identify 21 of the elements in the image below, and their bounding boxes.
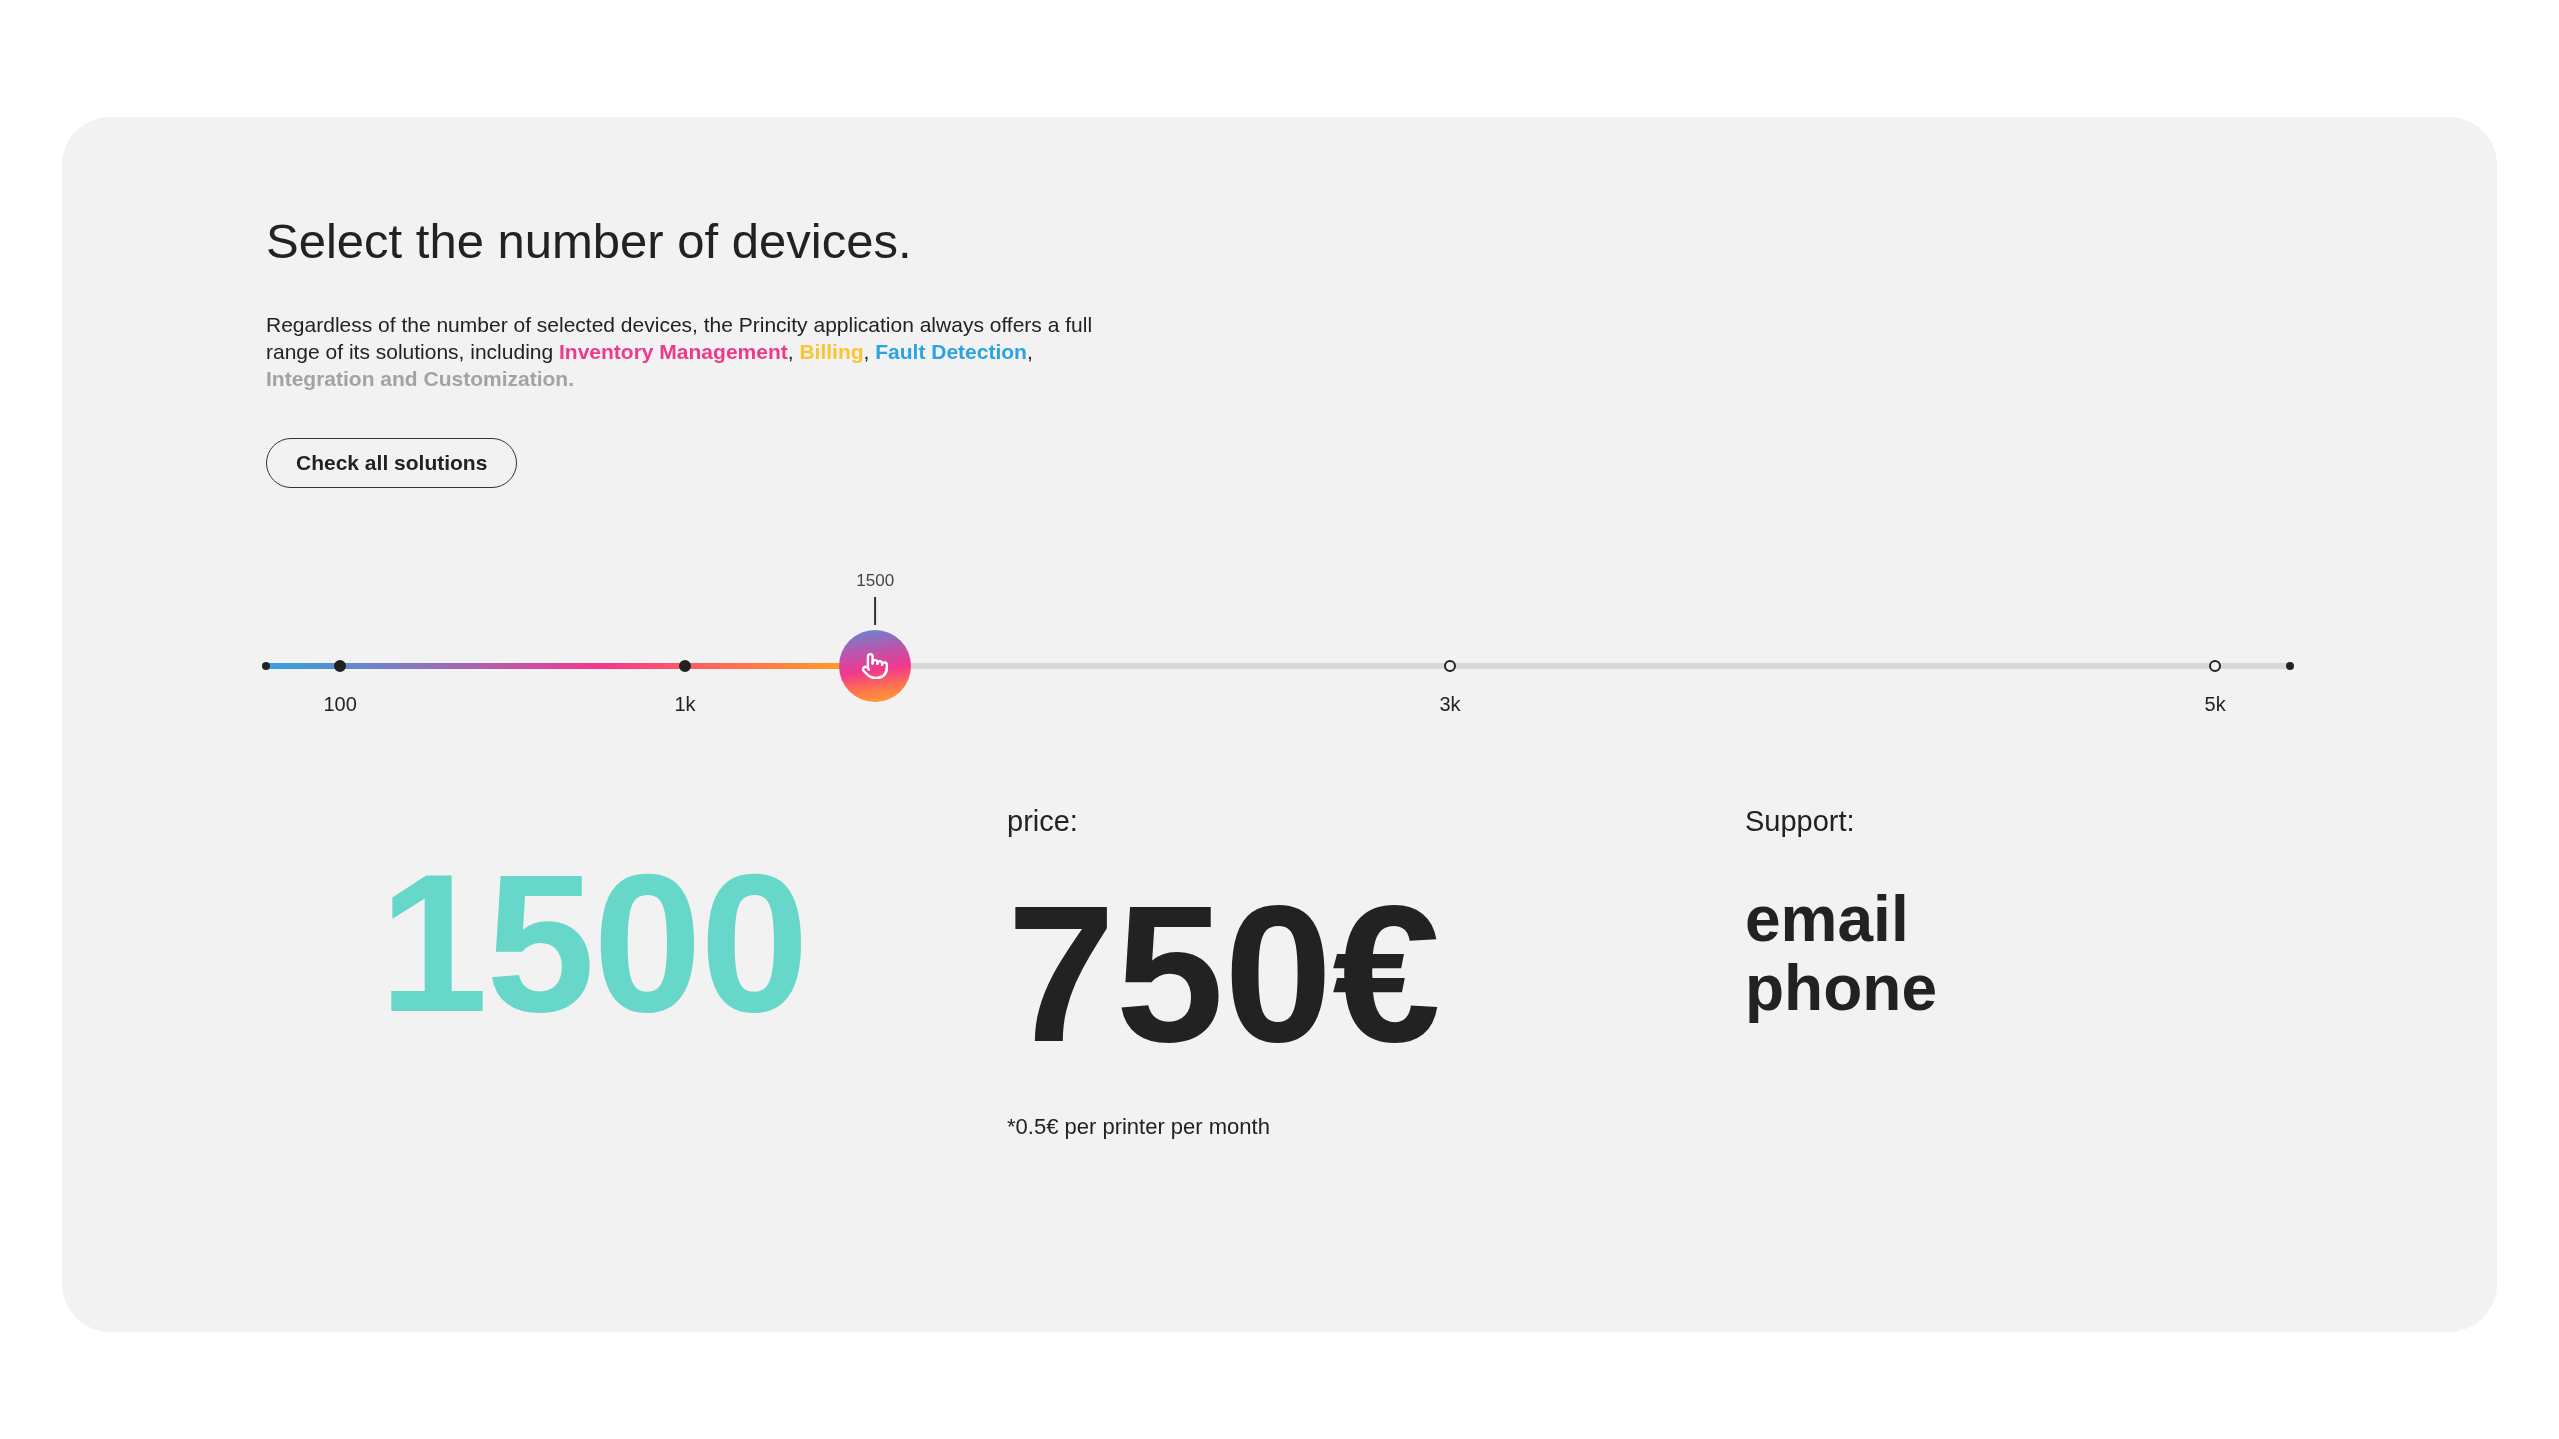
leader-line <box>874 597 877 625</box>
solution-link[interactable]: Billing <box>799 340 864 363</box>
solution-link[interactable]: Integration and Customization. <box>266 367 574 390</box>
description-text: Regardless of the number of selected devices, the Princity application always offers a full range of its solutions, including Inventory Management, Billing, Fault Detection, Integration and Customization. <box>266 312 1094 392</box>
support-label: Support: <box>1745 804 1855 839</box>
solution-link[interactable]: Inventory Management <box>559 340 788 363</box>
tick-label: 3k <box>1439 692 1461 716</box>
slider-value-label: 1500 <box>856 571 895 591</box>
section-heading: Select the number of devices. <box>266 213 912 270</box>
support-channel: email <box>1745 885 1909 954</box>
tick-label: 1k <box>674 692 696 716</box>
support-channel: phone <box>1745 954 1937 1023</box>
device-count: 1500 <box>379 846 808 1042</box>
price-amount: 750€ <box>1007 876 1441 1071</box>
tick-label: 100 <box>323 692 357 716</box>
price-note: *0.5€ per printer per month <box>1007 1113 1270 1141</box>
solution-link[interactable]: Fault Detection <box>875 340 1027 363</box>
price-label: price: <box>1007 804 1078 839</box>
check-solutions-button[interactable]: Check all solutions <box>266 438 518 488</box>
tick-label: 5k <box>2204 692 2226 716</box>
hand-pointer-icon <box>862 653 889 679</box>
